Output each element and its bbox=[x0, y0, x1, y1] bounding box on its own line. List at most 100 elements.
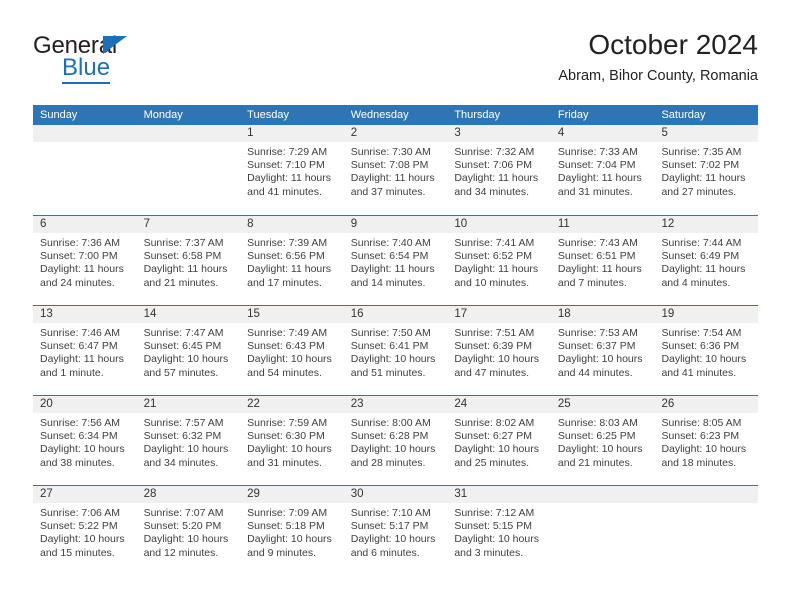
daylight-text-line1: Daylight: 11 hours bbox=[454, 172, 539, 185]
day-details: Sunrise: 7:43 AM Sunset: 6:51 PM Dayligh… bbox=[551, 233, 655, 290]
daylight-text-line2: and 27 minutes. bbox=[661, 185, 737, 198]
daylight-text-line2: and 4 minutes. bbox=[661, 276, 731, 289]
sunset-text: Sunset: 6:45 PM bbox=[143, 340, 222, 353]
daylight-text-line2: and 6 minutes. bbox=[350, 546, 420, 559]
weekday-header-wednesday: Wednesday bbox=[350, 109, 409, 121]
sunrise-text: Sunrise: 7:49 AM bbox=[247, 327, 328, 339]
day-cell[interactable] bbox=[33, 125, 137, 215]
daylight-text-line2: and 7 minutes. bbox=[557, 276, 627, 289]
week-row: 27 Sunrise: 7:06 AM Sunset: 5:22 PM Dayl… bbox=[33, 485, 759, 575]
daylight-text-line2: and 51 minutes. bbox=[350, 366, 426, 379]
day-cell[interactable]: 27 Sunrise: 7:06 AM Sunset: 5:22 PM Dayl… bbox=[33, 486, 137, 575]
day-number bbox=[136, 125, 241, 142]
sunrise-text: Sunrise: 7:06 AM bbox=[40, 507, 120, 519]
day-details: Sunrise: 7:53 AM Sunset: 6:37 PM Dayligh… bbox=[551, 323, 655, 380]
daylight-text-line1: Daylight: 10 hours bbox=[661, 353, 747, 366]
day-number: 7 bbox=[136, 216, 241, 233]
day-cell[interactable]: 15 Sunrise: 7:49 AM Sunset: 6:43 PM Dayl… bbox=[240, 306, 344, 395]
day-details: Sunrise: 7:35 AM Sunset: 7:02 PM Dayligh… bbox=[654, 142, 758, 199]
day-cell[interactable]: 17 Sunrise: 7:51 AM Sunset: 6:39 PM Dayl… bbox=[447, 306, 551, 395]
sunrise-text: Sunrise: 7:47 AM bbox=[143, 327, 224, 339]
day-cell[interactable]: 6 Sunrise: 7:36 AM Sunset: 7:00 PM Dayli… bbox=[33, 216, 137, 305]
day-cell[interactable]: 8 Sunrise: 7:39 AM Sunset: 6:56 PM Dayli… bbox=[240, 216, 344, 305]
week-row: 13 Sunrise: 7:46 AM Sunset: 6:47 PM Dayl… bbox=[33, 305, 759, 395]
day-number: 5 bbox=[654, 125, 759, 142]
sunrise-text: Sunrise: 7:30 AM bbox=[350, 146, 431, 158]
day-number: 22 bbox=[240, 396, 344, 413]
day-number: 11 bbox=[550, 216, 655, 233]
day-cell[interactable]: 25 Sunrise: 8:03 AM Sunset: 6:25 PM Dayl… bbox=[550, 396, 655, 485]
sunrise-text: Sunrise: 8:00 AM bbox=[350, 417, 431, 429]
day-cell[interactable]: 22 Sunrise: 7:59 AM Sunset: 6:30 PM Dayl… bbox=[240, 396, 344, 485]
daylight-text-line2: and 54 minutes. bbox=[247, 366, 322, 379]
day-cell[interactable]: 26 Sunrise: 8:05 AM Sunset: 6:23 PM Dayl… bbox=[654, 396, 759, 485]
general-blue-logo[interactable]: General Blue bbox=[33, 32, 213, 90]
day-cell[interactable]: 4 Sunrise: 7:33 AM Sunset: 7:04 PM Dayli… bbox=[550, 125, 655, 215]
sunrise-text: Sunrise: 8:02 AM bbox=[454, 417, 535, 429]
day-cell[interactable]: 24 Sunrise: 8:02 AM Sunset: 6:27 PM Dayl… bbox=[447, 396, 551, 485]
day-number: 12 bbox=[654, 216, 759, 233]
day-cell[interactable] bbox=[654, 486, 759, 575]
day-cell[interactable]: 19 Sunrise: 7:54 AM Sunset: 6:36 PM Dayl… bbox=[654, 306, 759, 395]
day-details: Sunrise: 7:09 AM Sunset: 5:18 PM Dayligh… bbox=[240, 503, 344, 560]
day-number: 18 bbox=[550, 306, 655, 323]
day-cell[interactable] bbox=[136, 125, 241, 215]
daylight-text-line2: and 24 minutes. bbox=[40, 276, 115, 289]
day-cell[interactable]: 12 Sunrise: 7:44 AM Sunset: 6:49 PM Dayl… bbox=[654, 216, 759, 305]
daylight-text-line1: Daylight: 10 hours bbox=[454, 533, 539, 546]
daylight-text-line2: and 28 minutes. bbox=[350, 456, 426, 469]
sunset-text: Sunset: 5:18 PM bbox=[247, 520, 325, 533]
day-number bbox=[33, 125, 137, 142]
day-details: Sunrise: 7:06 AM Sunset: 5:22 PM Dayligh… bbox=[33, 503, 137, 560]
daylight-text-line1: Daylight: 10 hours bbox=[454, 353, 539, 366]
day-details: Sunrise: 7:41 AM Sunset: 6:52 PM Dayligh… bbox=[447, 233, 551, 290]
day-cell[interactable]: 29 Sunrise: 7:09 AM Sunset: 5:18 PM Dayl… bbox=[240, 486, 344, 575]
sunset-text: Sunset: 5:20 PM bbox=[143, 520, 222, 533]
day-cell[interactable]: 13 Sunrise: 7:46 AM Sunset: 6:47 PM Dayl… bbox=[33, 306, 137, 395]
day-cell[interactable]: 14 Sunrise: 7:47 AM Sunset: 6:45 PM Dayl… bbox=[136, 306, 241, 395]
daylight-text-line1: Daylight: 11 hours bbox=[661, 263, 746, 276]
day-cell[interactable]: 1 Sunrise: 7:29 AM Sunset: 7:10 PM Dayli… bbox=[240, 125, 344, 215]
daylight-text-line2: and 25 minutes. bbox=[454, 456, 530, 469]
day-details bbox=[551, 503, 655, 507]
daylight-text-line2: and 41 minutes. bbox=[247, 185, 322, 198]
day-details: Sunrise: 7:50 AM Sunset: 6:41 PM Dayligh… bbox=[344, 323, 448, 380]
day-cell[interactable]: 30 Sunrise: 7:10 AM Sunset: 5:17 PM Dayl… bbox=[343, 486, 448, 575]
logo-text-blue: Blue bbox=[62, 54, 111, 84]
weekday-header-thursday: Thursday bbox=[454, 109, 501, 121]
day-cell[interactable]: 20 Sunrise: 7:56 AM Sunset: 6:34 PM Dayl… bbox=[33, 396, 137, 485]
day-details: Sunrise: 7:47 AM Sunset: 6:45 PM Dayligh… bbox=[137, 323, 241, 380]
day-cell[interactable]: 10 Sunrise: 7:41 AM Sunset: 6:52 PM Dayl… bbox=[447, 216, 551, 305]
day-cell[interactable]: 31 Sunrise: 7:12 AM Sunset: 5:15 PM Dayl… bbox=[447, 486, 551, 575]
day-cell[interactable]: 18 Sunrise: 7:53 AM Sunset: 6:37 PM Dayl… bbox=[550, 306, 655, 395]
sunrise-text: Sunrise: 7:46 AM bbox=[40, 327, 120, 339]
day-cell[interactable]: 5 Sunrise: 7:35 AM Sunset: 7:02 PM Dayli… bbox=[654, 125, 759, 215]
sunset-text: Sunset: 6:28 PM bbox=[350, 430, 429, 443]
day-number: 31 bbox=[447, 486, 551, 503]
calendar-page: General Blue October 2024 Abram, Bihor C… bbox=[0, 0, 792, 612]
day-number: 17 bbox=[447, 306, 551, 323]
daylight-text-line2: and 21 minutes. bbox=[557, 456, 633, 469]
sunrise-text: Sunrise: 7:44 AM bbox=[661, 237, 742, 249]
day-details: Sunrise: 7:57 AM Sunset: 6:32 PM Dayligh… bbox=[137, 413, 241, 470]
day-cell[interactable]: 11 Sunrise: 7:43 AM Sunset: 6:51 PM Dayl… bbox=[550, 216, 655, 305]
sunset-text: Sunset: 6:25 PM bbox=[557, 430, 636, 443]
day-cell[interactable]: 9 Sunrise: 7:40 AM Sunset: 6:54 PM Dayli… bbox=[343, 216, 448, 305]
day-cell[interactable]: 21 Sunrise: 7:57 AM Sunset: 6:32 PM Dayl… bbox=[136, 396, 241, 485]
day-cell[interactable]: 28 Sunrise: 7:07 AM Sunset: 5:20 PM Dayl… bbox=[136, 486, 241, 575]
weekday-header-monday: Monday bbox=[143, 109, 183, 121]
daylight-text-line2: and 1 minute. bbox=[40, 366, 104, 379]
day-cell[interactable] bbox=[550, 486, 655, 575]
day-cell[interactable]: 23 Sunrise: 8:00 AM Sunset: 6:28 PM Dayl… bbox=[343, 396, 448, 485]
daylight-text-line1: Daylight: 10 hours bbox=[350, 533, 436, 546]
day-cell[interactable]: 7 Sunrise: 7:37 AM Sunset: 6:58 PM Dayli… bbox=[136, 216, 241, 305]
sunset-text: Sunset: 6:52 PM bbox=[454, 250, 532, 263]
day-cell[interactable]: 16 Sunrise: 7:50 AM Sunset: 6:41 PM Dayl… bbox=[343, 306, 448, 395]
day-number: 1 bbox=[240, 125, 344, 142]
day-number: 21 bbox=[136, 396, 241, 413]
daylight-text-line1: Daylight: 10 hours bbox=[247, 443, 332, 456]
sunrise-text: Sunrise: 7:54 AM bbox=[661, 327, 742, 339]
day-cell[interactable]: 2 Sunrise: 7:30 AM Sunset: 7:08 PM Dayli… bbox=[343, 125, 448, 215]
sunset-text: Sunset: 6:41 PM bbox=[350, 340, 429, 353]
day-cell[interactable]: 3 Sunrise: 7:32 AM Sunset: 7:06 PM Dayli… bbox=[447, 125, 551, 215]
